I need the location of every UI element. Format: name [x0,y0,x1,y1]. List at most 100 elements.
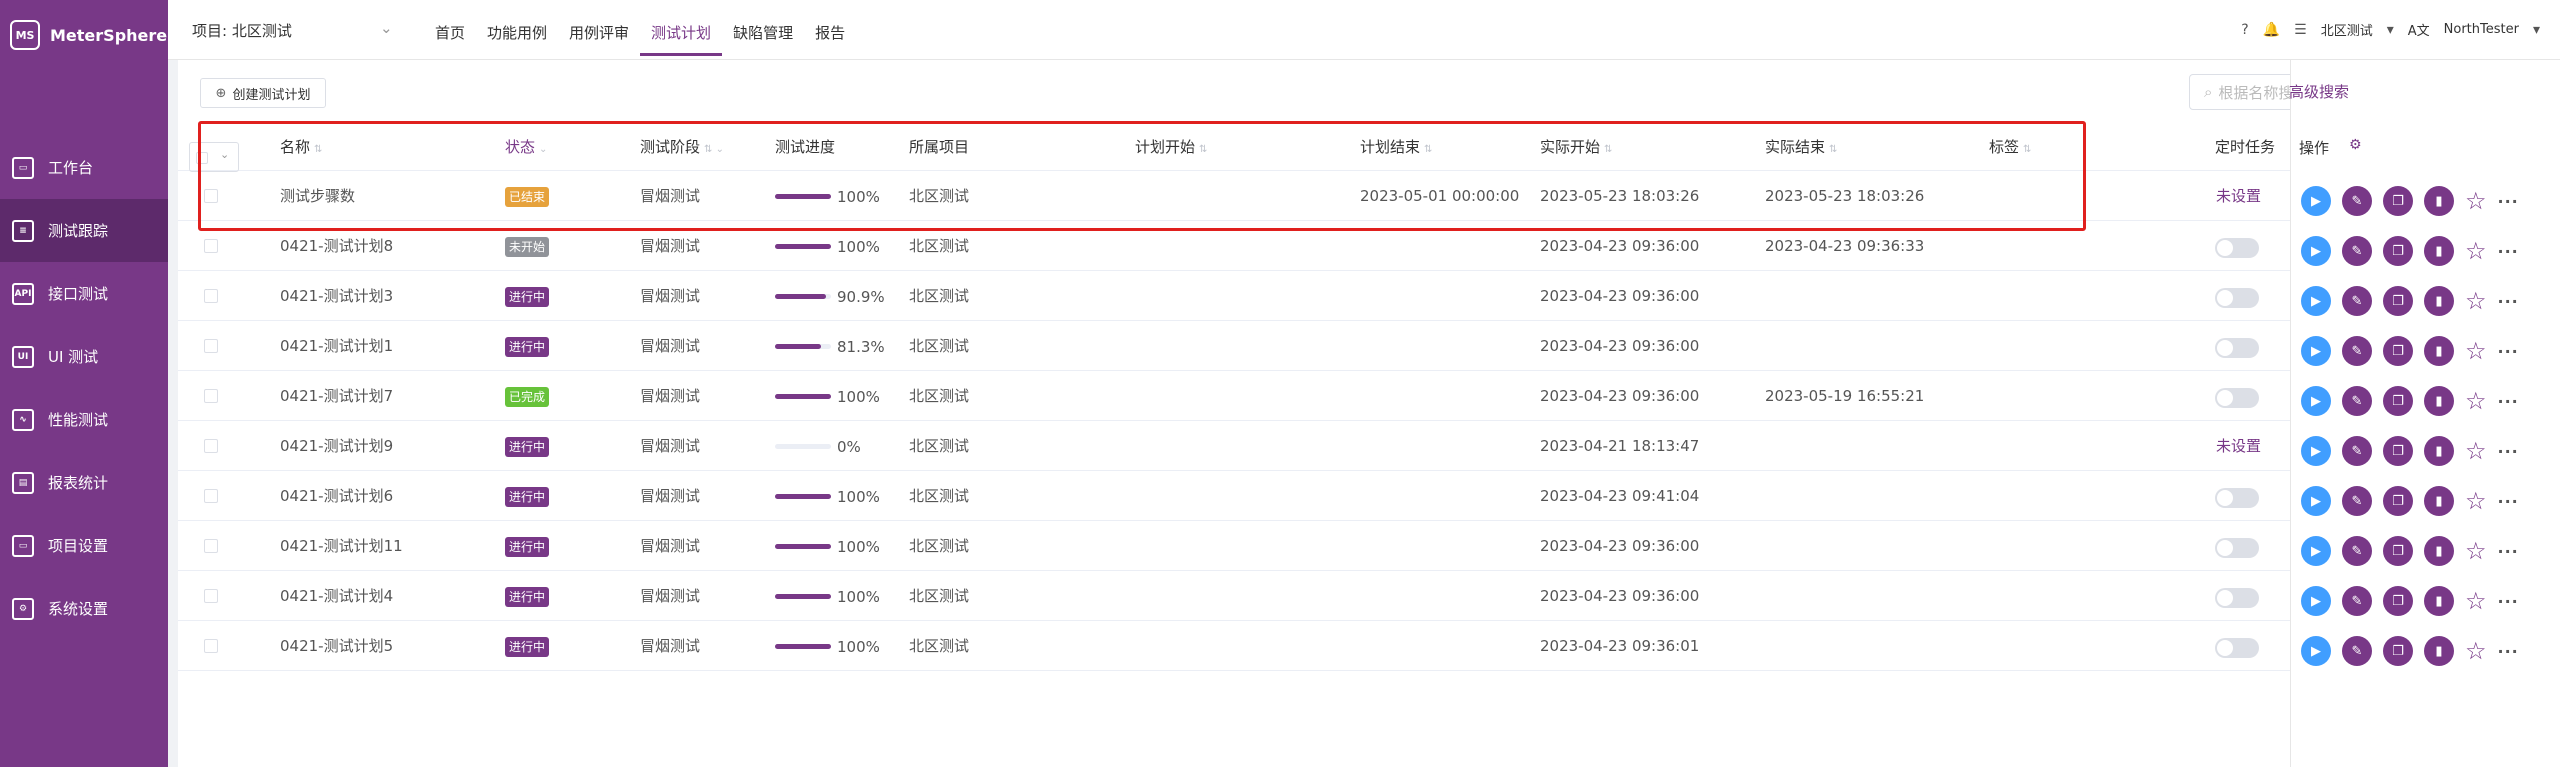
row-checkbox[interactable] [204,189,218,203]
schedule-toggle[interactable] [2215,238,2259,258]
column-header-plan-start[interactable]: 计划开始 ⇅ [1135,120,1207,177]
copy-icon[interactable]: ❐ [2383,186,2413,216]
report-icon[interactable]: ▮ [2424,186,2454,216]
table-row[interactable]: 0421-测试计划5 进行中 冒烟测试 100% 北区测试 2023-04-23 09:3… [178,621,2290,671]
plan-name[interactable]: 0421-测试计划1 [280,321,393,371]
row-checkbox[interactable] [204,389,218,403]
table-row[interactable]: 0421-测试计划11 进行中 冒烟测试 100% 北区测试 2023-04-23 09:… [178,521,2290,571]
copy-icon[interactable]: ❐ [2383,486,2413,516]
sidebar-item[interactable]: ⚙ 系统设置 [0,577,168,640]
plan-name[interactable]: 测试步骤数 [280,171,355,221]
row-checkbox[interactable] [204,639,218,653]
run-icon[interactable]: ▶ [2301,636,2331,666]
edit-icon[interactable]: ✎ [2342,336,2372,366]
bell-icon[interactable]: 🔔 [2263,22,2280,38]
run-icon[interactable]: ▶ [2301,486,2331,516]
copy-icon[interactable]: ❐ [2383,286,2413,316]
row-checkbox[interactable] [204,589,218,603]
sidebar-item[interactable]: ▭ 项目设置 [0,514,168,577]
plan-name[interactable]: 0421-测试计划6 [280,471,393,521]
run-icon[interactable]: ▶ [2301,536,2331,566]
plan-name[interactable]: 0421-测试计划5 [280,621,393,671]
row-checkbox[interactable] [204,339,218,353]
plan-name[interactable]: 0421-测试计划3 [280,271,393,321]
report-icon[interactable]: ▮ [2424,436,2454,466]
edit-icon[interactable]: ✎ [2342,286,2372,316]
row-checkbox[interactable] [204,239,218,253]
column-header-actual-start[interactable]: 实际开始 ⇅ [1540,120,1612,177]
row-checkbox[interactable] [204,539,218,553]
schedule-toggle[interactable] [2215,288,2259,308]
run-icon[interactable]: ▶ [2301,436,2331,466]
copy-icon[interactable]: ❐ [2383,536,2413,566]
more-icon[interactable]: ··· [2498,442,2519,461]
column-header-name[interactable]: 名称 ⇅ [280,120,322,177]
more-icon[interactable]: ··· [2498,192,2519,211]
row-checkbox[interactable] [204,439,218,453]
user-caret-icon[interactable]: ▾ [2533,22,2540,38]
report-icon[interactable]: ▮ [2424,286,2454,316]
table-row[interactable]: 测试步骤数 已结束 冒烟测试 100% 北区测试 2023-05-01 00:00:00 2… [178,171,2290,221]
column-header-stage[interactable]: 测试阶段 ⇅ ⌄ [640,120,724,177]
sort-icon[interactable]: ⇅ [1199,144,1207,155]
sidebar-item[interactable]: ≡ 测试跟踪 [0,199,168,262]
sort-icon[interactable]: ⇅ [2023,144,2031,155]
run-icon[interactable]: ▶ [2301,586,2331,616]
run-icon[interactable]: ▶ [2301,236,2331,266]
table-row[interactable]: 0421-测试计划4 进行中 冒烟测试 100% 北区测试 2023-04-23 09:3… [178,571,2290,621]
copy-icon[interactable]: ❐ [2383,236,2413,266]
sort-icon[interactable]: ⇅ [1829,144,1837,155]
gear-icon[interactable]: ⚙ [2349,137,2362,153]
column-header-actual-end[interactable]: 实际结束 ⇅ [1765,120,1837,177]
schedule-toggle[interactable] [2215,338,2259,358]
schedule-toggle[interactable] [2215,488,2259,508]
table-row[interactable]: 0421-测试计划8 未开始 冒烟测试 100% 北区测试 2023-04-23 09:3… [178,221,2290,271]
nav-tab[interactable]: 功能用例 [476,0,558,56]
task-list-icon[interactable]: ☰ [2294,22,2307,38]
more-icon[interactable]: ··· [2498,542,2519,561]
sort-icon[interactable]: ⇅ [314,144,322,155]
report-icon[interactable]: ▮ [2424,386,2454,416]
star-icon[interactable]: ☆ [2465,386,2487,416]
schedule-unset-link[interactable]: 未设置 [2216,171,2261,221]
report-icon[interactable]: ▮ [2424,586,2454,616]
report-icon[interactable]: ▮ [2424,236,2454,266]
nav-tab[interactable]: 缺陷管理 [722,0,804,56]
filter-icon[interactable]: ⌄ [539,144,547,155]
star-icon[interactable]: ☆ [2465,436,2487,466]
plan-name[interactable]: 0421-测试计划4 [280,571,393,621]
schedule-toggle[interactable] [2215,388,2259,408]
app-logo[interactable]: MS MeterSphere [0,0,168,70]
copy-icon[interactable]: ❐ [2383,586,2413,616]
star-icon[interactable]: ☆ [2465,486,2487,516]
edit-icon[interactable]: ✎ [2342,486,2372,516]
sidebar-item[interactable]: UI UI 测试 [0,325,168,388]
run-icon[interactable]: ▶ [2301,186,2331,216]
table-row[interactable]: 0421-测试计划1 进行中 冒烟测试 81.3% 北区测试 2023-04-23 09:… [178,321,2290,371]
star-icon[interactable]: ☆ [2465,286,2487,316]
sort-icon[interactable]: ⇅ [1604,144,1612,155]
schedule-toggle[interactable] [2215,638,2259,658]
language-switch[interactable]: A文 [2408,20,2430,39]
more-icon[interactable]: ··· [2498,242,2519,261]
schedule-toggle[interactable] [2215,588,2259,608]
edit-icon[interactable]: ✎ [2342,586,2372,616]
more-icon[interactable]: ··· [2498,292,2519,311]
run-icon[interactable]: ▶ [2301,286,2331,316]
edit-icon[interactable]: ✎ [2342,236,2372,266]
star-icon[interactable]: ☆ [2465,586,2487,616]
column-header-plan-end[interactable]: 计划结束 ⇅ [1360,120,1432,177]
report-icon[interactable]: ▮ [2424,486,2454,516]
run-icon[interactable]: ▶ [2301,386,2331,416]
nav-tab[interactable]: 报告 [804,0,856,56]
edit-icon[interactable]: ✎ [2342,386,2372,416]
nav-tab[interactable]: 测试计划 [640,0,723,56]
column-header-status[interactable]: 状态 ⌄ [505,120,547,177]
nav-tab[interactable]: 用例评审 [558,0,640,56]
star-icon[interactable]: ☆ [2465,336,2487,366]
edit-icon[interactable]: ✎ [2342,436,2372,466]
copy-icon[interactable]: ❐ [2383,636,2413,666]
copy-icon[interactable]: ❐ [2383,336,2413,366]
row-checkbox[interactable] [204,489,218,503]
column-header-tags[interactable]: 标签 ⇅ [1989,120,2031,177]
